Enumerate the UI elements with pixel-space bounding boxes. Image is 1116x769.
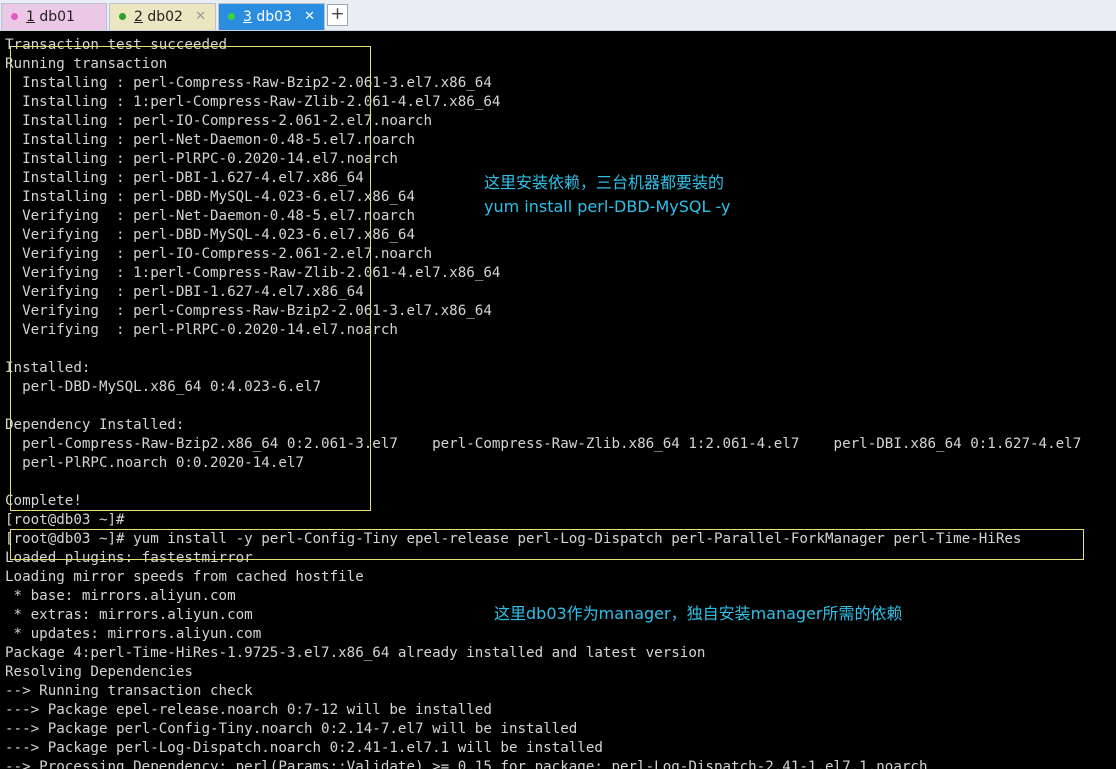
tab-bar: 1 db01 2 db02 ✕ 3 db03 ✕ + xyxy=(0,0,1116,31)
terminal-line: Installing : perl-PlRPC-0.2020-14.el7.no… xyxy=(5,151,398,167)
terminal-line: Installing : perl-Net-Daemon-0.48-5.el7.… xyxy=(5,132,415,148)
terminal-line: --> Processing Dependency: perl(Params::… xyxy=(5,759,928,769)
terminal-line: Verifying : 1:perl-Compress-Raw-Zlib-2.0… xyxy=(5,265,501,281)
terminal-line: ---> Package epel-release.noarch 0:7-12 … xyxy=(5,702,492,718)
close-tab-icon[interactable]: ✕ xyxy=(304,4,315,30)
terminal-line: Verifying : perl-DBD-MySQL-4.023-6.el7.x… xyxy=(5,227,415,243)
terminal-line: Loading mirror speeds from cached hostfi… xyxy=(5,569,364,585)
terminal-line: --> Running transaction check xyxy=(5,683,253,699)
terminal-lines: Transaction test succeeded Running transa… xyxy=(5,36,1081,769)
terminal-line: [root@db03 ~]# xyxy=(5,512,125,528)
terminal-line: Verifying : perl-Compress-Raw-Bzip2-2.06… xyxy=(5,303,492,319)
terminal-line: Verifying : perl-DBI-1.627-4.el7.x86_64 xyxy=(5,284,364,300)
terminal-line: Transaction test succeeded xyxy=(5,37,228,53)
tab-label: 3 db03 xyxy=(243,9,292,25)
terminal-line: ---> Package perl-Config-Tiny.noarch 0:2… xyxy=(5,721,578,737)
annotation-note-manager-deps: 这里db03作为manager，独自安装manager所需的依赖 xyxy=(494,604,903,623)
terminal-line: ---> Package perl-Log-Dispatch.noarch 0:… xyxy=(5,740,603,756)
terminal-line: Running transaction xyxy=(5,56,168,72)
terminal-line: Verifying : perl-PlRPC-0.2020-14.el7.noa… xyxy=(5,322,398,338)
terminal-line: [root@db03 ~]# yum install -y perl-Confi… xyxy=(5,531,1022,547)
session-status-dot xyxy=(11,13,18,20)
terminal-line: Dependency Installed: xyxy=(5,417,185,433)
terminal-line: * updates: mirrors.aliyun.com xyxy=(5,626,262,642)
terminal-line: perl-DBD-MySQL.x86_64 0:4.023-6.el7 xyxy=(5,379,322,395)
tab-label: 2 db02 xyxy=(134,9,183,25)
terminal-line: Complete! xyxy=(5,493,82,509)
terminal-line: Installing : perl-Compress-Raw-Bzip2-2.0… xyxy=(5,75,492,91)
terminal-line: Loaded plugins: fastestmirror xyxy=(5,550,253,566)
tab-db02[interactable]: 2 db02 ✕ xyxy=(109,3,216,30)
add-tab-button[interactable]: + xyxy=(327,4,348,26)
tab-label: 1 db01 xyxy=(26,9,75,25)
terminal-output[interactable]: Transaction test succeeded Running transa… xyxy=(0,31,1116,769)
terminal-line: Installing : perl-IO-Compress-2.061-2.el… xyxy=(5,113,433,129)
annotation-note-install-deps: 这里安装依赖，三台机器都要装的 xyxy=(484,173,725,192)
terminal-line: perl-PlRPC.noarch 0:0.2020-14.el7 xyxy=(5,455,304,471)
terminal-line: Installed: xyxy=(5,360,91,376)
session-status-dot xyxy=(119,13,126,20)
terminal-line: Package 4:perl-Time-HiRes-1.9725-3.el7.x… xyxy=(5,645,706,661)
terminal-line: Verifying : perl-IO-Compress-2.061-2.el7… xyxy=(5,246,433,262)
terminal-line: perl-Compress-Raw-Bzip2.x86_64 0:2.061-3… xyxy=(5,436,1082,452)
tab-db03[interactable]: 3 db03 ✕ xyxy=(218,3,325,30)
close-tab-icon[interactable]: ✕ xyxy=(195,4,206,30)
session-status-dot xyxy=(228,13,235,20)
terminal-line: Installing : 1:perl-Compress-Raw-Zlib-2.… xyxy=(5,94,501,110)
terminal-line: Resolving Dependencies xyxy=(5,664,193,680)
tab-db01[interactable]: 1 db01 xyxy=(1,3,107,30)
annotation-note-yum-command: yum install perl-DBD-MySQL -y xyxy=(484,197,731,216)
